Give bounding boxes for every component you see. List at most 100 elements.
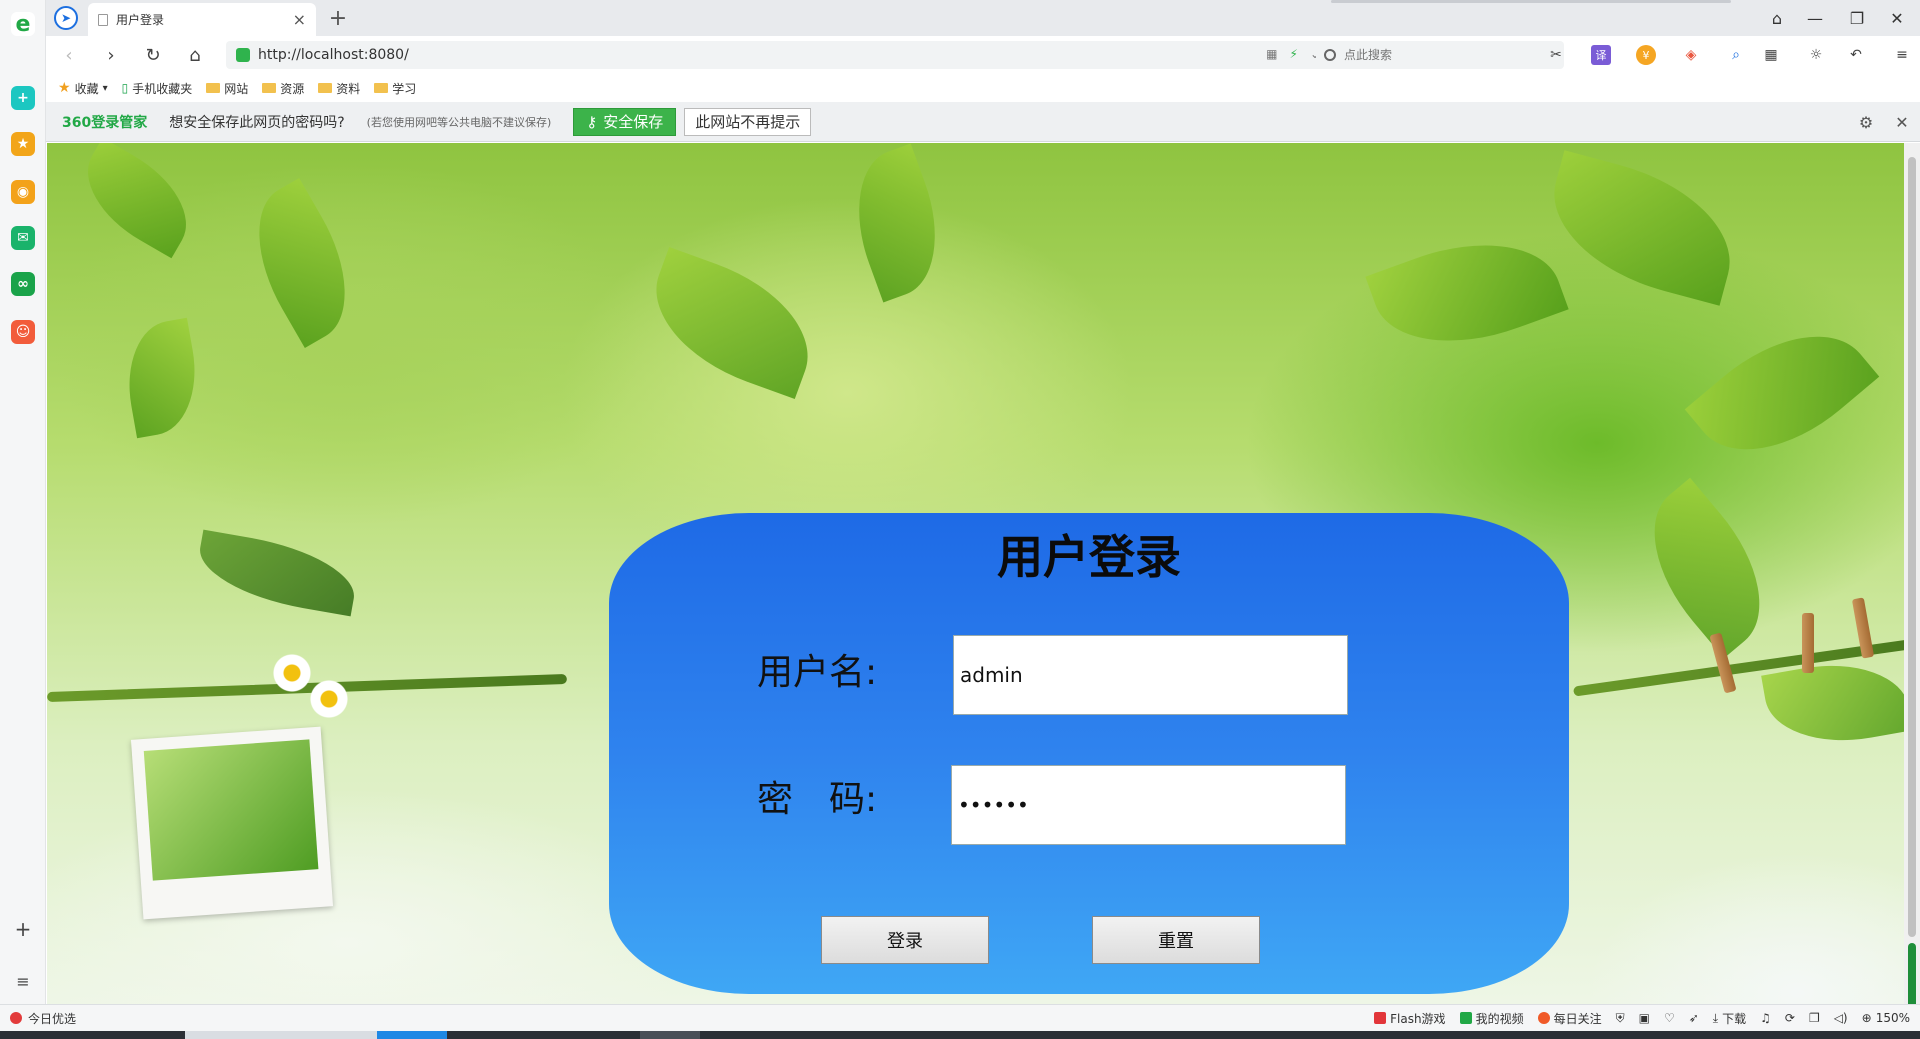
scissors-icon[interactable]: ✂ [1546,45,1566,65]
flash-icon [1374,1012,1387,1024]
video-icon [1459,1012,1472,1024]
daisy-flower-icon [309,679,349,719]
bookmarks-bar: ★ 收藏 ▾ ▯ 手机收藏夹 网站 资源 资料 学习 [46,74,1920,102]
scrollbar-thumb[interactable] [1908,157,1916,937]
weibo-icon[interactable]: ◉ [11,180,35,204]
taskbar-item[interactable] [377,1031,447,1039]
zoom-label: 150% [1875,1011,1910,1025]
refresh-status-icon[interactable]: ⟳ [1785,1011,1795,1025]
daily-follow-label: 每日关注 [1553,1011,1602,1026]
reset-button[interactable]: 重置 [1092,916,1260,964]
tab-strip: ➤ 用户登录 × + ⌂ — ❐ ✕ [46,0,1920,36]
today-picks[interactable]: 今日优选 [10,1010,76,1027]
vertical-scrollbar[interactable] [1904,143,1920,1015]
translate-icon[interactable]: 译 [1591,45,1611,65]
coupon-icon[interactable]: ¥ [1636,45,1656,65]
login-button[interactable]: 登录 [821,916,989,964]
restore-button[interactable]: ❐ [1842,6,1872,30]
login-card: 用户登录 用户名: 密 码: 登录 重置 [609,513,1569,994]
taskbar-item[interactable] [185,1031,377,1039]
minimize-button[interactable]: — [1800,6,1830,30]
new-tab-button[interactable]: + [326,6,350,31]
download-icon: ⤓ [1712,1010,1719,1025]
lightning-icon[interactable]: ⚡ [1290,47,1298,61]
snail-photo-decoration [130,726,334,920]
daily-follow-link[interactable]: 每日关注 [1537,1010,1602,1027]
zoom-level[interactable]: ⊕ 150% [1862,1011,1910,1025]
address-bar[interactable]: http://localhost:8080/ ▦ ⚡ ⌄ [226,41,1330,69]
folder-icon [374,83,389,93]
image-status-icon[interactable]: ▣ [1639,1011,1650,1025]
shirt-skin-icon[interactable]: ⌂ [1762,6,1792,30]
forward-button[interactable]: › [98,43,124,67]
login-title: 用户登录 [997,530,1181,584]
list-menu-icon[interactable]: ≡ [12,970,34,992]
qr-code-icon[interactable]: ▦ [1266,47,1277,61]
today-picks-label: 今日优选 [28,1011,77,1026]
username-input[interactable] [953,635,1348,715]
safe-save-button[interactable]: ⚷ 安全保存 [573,107,677,136]
headset-icon[interactable]: ♫ [1760,1011,1771,1025]
close-bar-icon[interactable]: ✕ [1892,112,1912,132]
bookmark-mobile[interactable]: ▯ 手机收藏夹 [122,80,193,97]
bookmark-folder-resources[interactable]: 资源 [262,80,304,97]
leaf-decoration [635,246,829,400]
volume-icon[interactable]: ◁) [1834,1011,1848,1025]
add-sidebar-icon[interactable]: + [12,917,34,941]
apps-grid-icon[interactable]: ▦ [1761,45,1781,65]
undo-icon[interactable]: ↶ [1846,45,1866,65]
search-input[interactable] [1344,48,1544,62]
flash-games-label: Flash游戏 [1390,1011,1446,1026]
brightness-icon[interactable]: ☼ [1806,45,1826,65]
bookmark-folder-study[interactable]: 学习 [374,80,416,97]
menu-icon[interactable]: ≡ [1892,45,1912,65]
browser-logo-icon[interactable]: e [11,12,35,37]
scroll-progress-indicator [1908,943,1916,1011]
mail-icon[interactable]: ✉ [11,226,35,250]
leaf-decoration [1536,150,1748,306]
password-save-hint: (若您使用网吧等公共电脑不建议保存) [366,115,552,129]
document-icon [98,13,108,26]
star-app-icon[interactable]: ★ [11,132,35,156]
leaf-decoration [67,143,207,259]
rocket-icon[interactable]: ➶ [1689,1011,1699,1025]
heart-status-icon[interactable]: ♡ [1664,1011,1675,1025]
leaf-decoration [117,317,207,439]
bookmark-favorites[interactable]: ★ 收藏 ▾ [58,80,108,97]
safe-save-label: 安全保存 [603,113,664,131]
game-icon[interactable]: ◈ [1681,45,1701,65]
star-icon: ★ [58,80,71,96]
bookmark-label: 学习 [392,81,417,96]
shield-status-icon[interactable]: ⛨ [1616,1011,1625,1026]
back-button[interactable]: ‹ [56,43,82,67]
password-input[interactable] [951,765,1346,845]
reload-button[interactable]: ↻ [140,43,166,67]
search-icon [1324,49,1336,61]
never-remind-button[interactable]: 此网站不再提示 [684,107,812,136]
password-manager-logo: 360登录管家 [62,114,148,131]
leaf-decoration [1684,300,1880,486]
bookmark-folder-sites[interactable]: 网站 [206,80,248,97]
tab-user-login[interactable]: 用户登录 × [88,3,316,36]
avatar-app-icon[interactable]: ☺ [11,320,35,344]
download-link[interactable]: ⤓ 下载 [1713,1010,1746,1027]
cloud-app-icon[interactable]: ∞ [11,272,35,296]
window-icon[interactable]: ❐ [1809,1011,1820,1025]
settings-gear-icon[interactable]: ⚙ [1856,112,1876,132]
bookmark-label: 网站 [224,81,249,96]
plus-app-icon[interactable]: + [11,86,35,110]
bookmark-label: 资源 [280,81,305,96]
my-videos-link[interactable]: 我的视频 [1459,1010,1524,1027]
tab-title: 用户登录 [116,13,165,27]
flash-games-link[interactable]: Flash游戏 [1374,1010,1446,1027]
close-tab-icon[interactable]: × [293,10,306,29]
search-box[interactable] [1316,41,1564,69]
folder-icon [206,83,221,93]
url-text: http://localhost:8080/ [258,47,409,63]
home-button[interactable]: ⌂ [182,43,208,67]
taskbar-item[interactable] [640,1031,700,1039]
close-window-button[interactable]: ✕ [1882,6,1912,30]
magnifier-tool-icon[interactable]: ⌕ [1726,45,1746,65]
bookmark-folder-materials[interactable]: 资料 [318,80,360,97]
navigation-compass-icon[interactable]: ➤ [54,6,78,30]
